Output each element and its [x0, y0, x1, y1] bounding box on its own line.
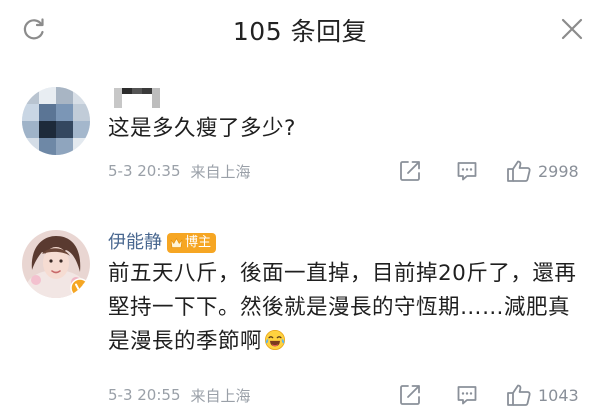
- laughing-tears-emoji: [265, 330, 286, 350]
- header-bar: 105 条回复: [0, 0, 600, 58]
- badge-label: 博主: [185, 235, 212, 250]
- comment-item: 这是多久瘦了多少? 5-3 20:35 来自上海 2998: [0, 58, 600, 195]
- like-button[interactable]: 2998: [506, 159, 579, 183]
- thumbs-up-icon: [507, 384, 531, 406]
- location: 来自上海: [190, 386, 251, 405]
- comment-icon: [457, 162, 477, 181]
- share-button[interactable]: [398, 383, 422, 406]
- avatar[interactable]: [22, 230, 90, 298]
- page-title: 105 条回复: [232, 17, 368, 46]
- timestamp: 5-3 20:35: [108, 162, 181, 180]
- reply-button[interactable]: [455, 383, 479, 406]
- reply-button[interactable]: [455, 159, 479, 183]
- blogger-badge: 博主: [167, 233, 217, 253]
- avatar[interactable]: [22, 87, 90, 155]
- comment-item: 伊能静 博主 前五天八斤，後面一直掉，目前掉20斤了，還再堅持一下下。然後就是漫…: [0, 213, 600, 406]
- thumbs-up-icon: [507, 160, 531, 182]
- comment-icon: [457, 386, 477, 405]
- verified-badge-icon: [70, 278, 90, 298]
- comment-meta: 5-3 20:55 来自上海: [108, 383, 251, 406]
- share-icon: [400, 385, 420, 405]
- comment-actions: 2998: [395, 159, 600, 183]
- close-icon: [561, 18, 583, 40]
- close-button[interactable]: [556, 13, 588, 45]
- share-button[interactable]: [398, 159, 422, 183]
- comment-meta: 5-3 20:35 来自上海: [108, 159, 251, 183]
- like-count: 2998: [538, 161, 579, 181]
- location: 来自上海: [190, 162, 251, 181]
- like-count: 1043: [538, 385, 579, 405]
- username-text[interactable]: 伊能静: [108, 232, 162, 254]
- vip-crown-icon: [170, 238, 183, 248]
- comment-actions: 1043: [395, 383, 600, 406]
- share-icon: [400, 161, 420, 181]
- comment-text: 前五天八斤，後面一直掉，目前掉20斤了，還再堅持一下下。然後就是漫長的守恆期………: [108, 257, 582, 359]
- like-button[interactable]: 1043: [506, 383, 579, 406]
- reply-page: 105 条回复 这是多久瘦了多少? 5-3 20:35 来自上海 2998 伊能…: [0, 0, 600, 406]
- timestamp: 5-3 20:55: [108, 386, 181, 404]
- comment-text: 这是多久瘦了多少?: [108, 116, 296, 141]
- comment-text-body: 前五天八斤，後面一直掉，目前掉20斤了，還再堅持一下下。然後就是漫長的守恆期………: [108, 261, 577, 354]
- username: 伊能静 博主: [108, 232, 217, 254]
